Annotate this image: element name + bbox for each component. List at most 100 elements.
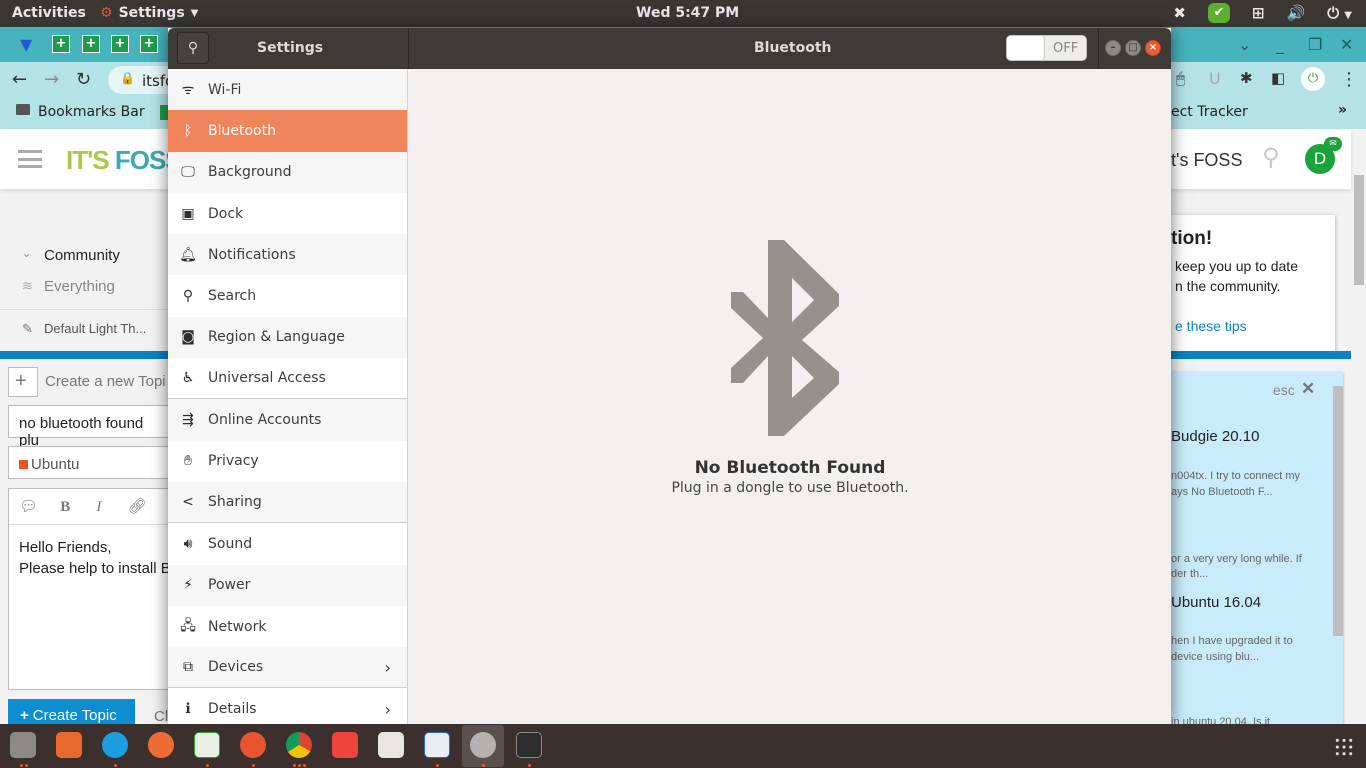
tab-icon[interactable]: + [52, 35, 70, 53]
activities-button[interactable]: Activities [12, 5, 86, 21]
reload-icon[interactable]: ↻ [76, 69, 91, 90]
minimize-icon[interactable]: _ [1276, 35, 1284, 54]
anydesk-icon[interactable] [332, 732, 358, 758]
running-indicator [528, 764, 531, 767]
panel-title: Bluetooth [754, 40, 832, 56]
bookmark-project-tracker[interactable]: ect Tracker [1171, 104, 1248, 120]
search-button[interactable]: ⚲ [177, 32, 209, 64]
nav-community[interactable]: Community [44, 247, 120, 264]
app-menu[interactable]: ⚙ Settings ▼ [100, 5, 198, 21]
hide-tips-link[interactable]: e these tips [1175, 318, 1247, 334]
italic-icon[interactable]: I [96, 499, 101, 515]
quote-icon[interactable]: 💬︎ [19, 498, 38, 515]
plus-icon[interactable]: + [8, 367, 38, 397]
nav-everything[interactable]: Everything [44, 278, 115, 295]
draw-icon[interactable] [424, 732, 450, 758]
running-indicator [114, 764, 117, 767]
close-button[interactable]: × [1145, 40, 1161, 56]
topic-title-input[interactable]: no bluetooth found plu [8, 405, 178, 449]
profile-extension-icon[interactable]: ⏻ [1301, 67, 1325, 91]
running-indicator [252, 764, 255, 767]
chrome-icon[interactable] [286, 732, 312, 758]
settings-window: ⚲ Settings Bluetooth OFF – □ × ᯤ Wi-Fi ᛒB… [168, 28, 1171, 724]
cancel-link[interactable]: Cl [154, 708, 168, 725]
network-wired-icon[interactable]: ⊞ [1252, 4, 1265, 22]
header-separator [1098, 28, 1099, 69]
dropbox-icon[interactable]: ✖ [1173, 4, 1186, 22]
page-scrollbar[interactable] [1354, 175, 1364, 285]
sidebar-item-online-accounts[interactable]: ⇶ Online Accounts [168, 399, 407, 441]
sidebar-item-privacy[interactable]: ✋︎ Privacy [168, 441, 407, 482]
sidebar-item-background[interactable]: 🖵 Background [168, 151, 407, 193]
similar-topic-title[interactable]: Ubuntu 16.04 [1171, 594, 1261, 611]
volume-icon[interactable]: 🔊 [1287, 4, 1306, 22]
document-viewer-icon[interactable] [378, 732, 404, 758]
composer-editor[interactable]: 💬︎ B I 🔗︎ Hello Friends, Please help to … [8, 488, 178, 690]
tab-icon[interactable]: + [111, 35, 129, 53]
tab-search-icon[interactable]: ⌄ [1238, 35, 1251, 54]
restore-icon[interactable]: ❐ [1308, 35, 1322, 54]
message-badge-icon[interactable]: ✉ [1324, 137, 1342, 151]
u-extension-icon[interactable]: U [1209, 69, 1221, 88]
similar-topic-title[interactable]: Budgie 20.10 [1171, 428, 1259, 445]
close-icon[interactable]: ✕ [1301, 379, 1315, 399]
settings-sidebar: ᯤ Wi-Fi ᛒ Bluetooth 🖵 Background ▣ Dock 🔔︎ No… [168, 69, 408, 724]
bookmarks-bar-folder[interactable]: Bookmarks Bar [38, 104, 145, 120]
maximize-button[interactable]: □ [1125, 40, 1141, 56]
sidebar-item-power[interactable]: ⚡︎ Power [168, 564, 407, 606]
category-select[interactable]: Ubuntu [8, 446, 178, 479]
terminal-icon[interactable] [516, 732, 542, 758]
sidebar-item-dock[interactable]: ▣ Dock [168, 193, 407, 234]
folder-icon [16, 104, 30, 115]
forward-icon[interactable]: → [44, 69, 59, 90]
system-tray: ✖ ✔ ⊞ 🔊 ⏻ ▼ [1173, 3, 1352, 23]
reading-list-icon[interactable]: ◧ [1271, 69, 1285, 87]
menu-kebab-icon[interactable]: ⋮ [1340, 69, 1358, 90]
link-icon[interactable]: 🔗︎ [128, 498, 147, 515]
vpn-extension-icon[interactable]: ▼ [20, 35, 32, 54]
sidebar-item-search[interactable]: ⚲ Search [168, 275, 407, 316]
theme-selector[interactable]: Default Light Th... [44, 321, 146, 336]
sidebar-item-sharing[interactable]: < Sharing [168, 481, 407, 524]
similar-topic-excerpt: ays No Bluetooth F... [1171, 486, 1273, 498]
show-applications-icon[interactable] [1334, 737, 1354, 757]
calc-icon[interactable] [194, 732, 220, 758]
site-brand-right[interactable]: t's FOSS [1171, 150, 1242, 171]
tab-icon[interactable]: + [82, 35, 100, 53]
bluetooth-toggle[interactable]: OFF [1006, 35, 1087, 61]
sidebar-item-devices[interactable]: ⧉ Devices › [168, 647, 407, 689]
clock[interactable]: Wed 5:47 PM [636, 5, 739, 21]
bluetooth-panel: No Bluetooth Found Plug in a dongle to u… [409, 69, 1171, 724]
back-icon[interactable]: ← [12, 69, 27, 90]
sidebar-item-wifi[interactable]: ᯤ Wi-Fi [168, 69, 407, 111]
chevron-down-icon[interactable]: ⌄ [22, 247, 31, 260]
firefox-icon[interactable] [240, 732, 266, 758]
hamburger-menu-icon[interactable] [18, 150, 42, 168]
sidebar-item-notifications[interactable]: 🔔︎ Notifications [168, 234, 407, 276]
postman-icon[interactable] [148, 732, 174, 758]
panel-scrollbar[interactable] [1333, 386, 1343, 636]
skype-icon[interactable] [102, 732, 128, 758]
close-icon[interactable]: ✕ [1340, 35, 1353, 54]
sidebar-item-details[interactable]: ℹ Details › [168, 688, 407, 724]
bookmarks-overflow[interactable]: » [1338, 102, 1347, 118]
sidebar-item-universal-access[interactable]: ♿︎ Universal Access [168, 358, 407, 400]
sidebar-item-bluetooth[interactable]: ᛒ Bluetooth [168, 110, 407, 152]
sidebar-item-network[interactable]: 🖧 Network [168, 606, 407, 647]
minimize-button[interactable]: – [1105, 40, 1121, 56]
sidebar-item-sound[interactable]: 🔊︎ Sound [168, 523, 407, 564]
power-icon[interactable]: ⏻ ▼ [1327, 4, 1352, 22]
bold-icon[interactable]: B [60, 499, 70, 515]
tab-icon[interactable]: + [140, 35, 158, 53]
editor-content[interactable]: Hello Friends, Please help to install B [9, 525, 177, 591]
sidebar-item-region-language[interactable]: ◙ Region & Language [168, 316, 407, 359]
extensions-puzzle-icon[interactable]: ✱ [1240, 69, 1253, 87]
mouse-extension-icon[interactable]: 🖱 [1176, 69, 1185, 87]
software-center-icon[interactable] [56, 732, 82, 758]
update-check-icon[interactable]: ✔ [1207, 3, 1230, 23]
site-search-icon[interactable]: ⚲ [1262, 143, 1280, 171]
esc-label[interactable]: esc [1273, 382, 1295, 398]
sidebar-item-label: Online Accounts [208, 412, 322, 429]
settings-app-dock-icon[interactable] [470, 732, 496, 758]
files-icon[interactable] [10, 732, 36, 758]
